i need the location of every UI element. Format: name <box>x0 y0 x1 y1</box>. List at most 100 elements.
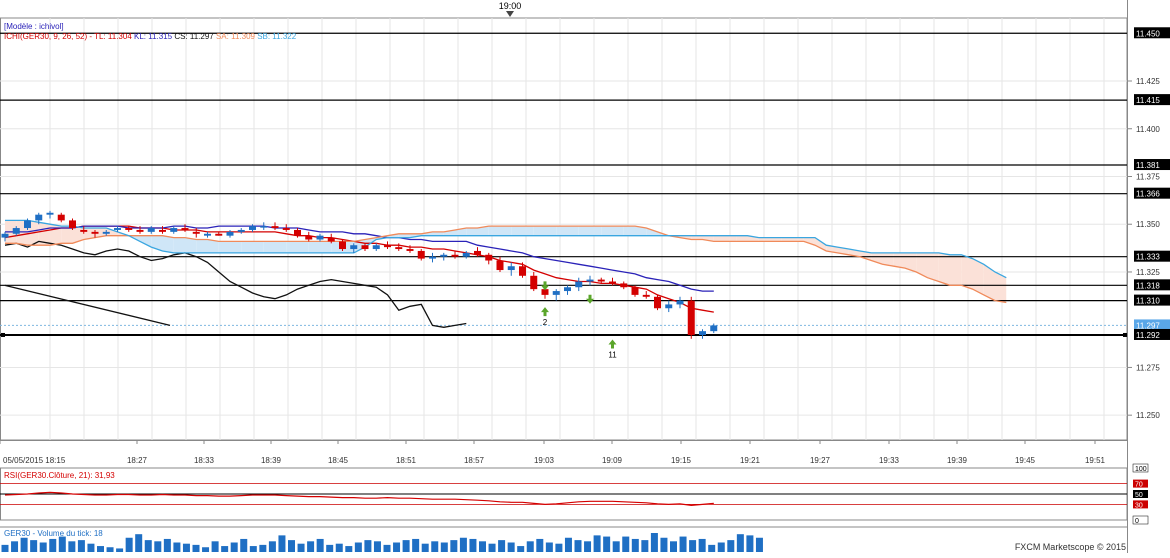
volume-bar <box>39 542 47 552</box>
candle-body <box>91 231 99 234</box>
candle-body <box>631 287 639 295</box>
candle-body <box>496 260 504 271</box>
time-tick-label: 19:33 <box>879 456 900 465</box>
candle-body <box>339 241 346 250</box>
candle-body <box>271 226 279 229</box>
volume-bar <box>182 543 190 552</box>
candle-body <box>417 250 425 259</box>
candle-body <box>57 214 65 221</box>
volume-bar <box>698 538 706 552</box>
volume-bar <box>354 542 362 552</box>
time-marker-icon[interactable] <box>506 11 514 17</box>
candle-body <box>80 229 88 232</box>
cloud-segment <box>196 239 208 253</box>
volume-bar <box>402 540 410 552</box>
volume-bar <box>335 543 343 552</box>
level-handle-right[interactable] <box>1123 332 1127 337</box>
price-tick-label: 11.366 <box>1136 190 1160 199</box>
time-tick-label: 19:21 <box>740 456 761 465</box>
candle-body <box>237 229 245 232</box>
volume-bar <box>746 535 754 552</box>
cloud-segment <box>308 241 320 253</box>
level-handle-left[interactable] <box>1 332 5 337</box>
price-tick-label: 11.415 <box>1136 96 1160 105</box>
candle-body <box>395 247 403 250</box>
volume-bar <box>30 540 38 552</box>
horizontal-levels[interactable] <box>0 32 1127 337</box>
cloud-segment <box>218 241 230 253</box>
rsi-level-label: 50 <box>1135 492 1143 499</box>
volume-bar <box>421 543 429 552</box>
volume-bar <box>584 541 592 552</box>
volume-bar <box>383 544 391 552</box>
volume-bar <box>144 540 152 552</box>
candle-body <box>665 304 673 309</box>
volume-bar <box>154 541 162 552</box>
volume-bar <box>364 540 372 552</box>
cloud-segment <box>173 237 185 253</box>
candle-body <box>192 231 200 234</box>
rsi-level-label: 0 <box>1135 518 1139 525</box>
volume-bar <box>307 541 315 552</box>
cloud-segment <box>241 241 253 253</box>
candle-body <box>305 235 313 240</box>
volume-label: GER30 - Volume du tick: 18 <box>4 529 103 538</box>
volume-bar <box>116 548 124 552</box>
candle-body <box>575 281 583 288</box>
volume-bar <box>479 541 486 552</box>
candle-body <box>699 331 706 335</box>
price-tick-label: 11.375 <box>1136 172 1160 181</box>
volume-bar <box>135 534 143 552</box>
cloud-segment <box>961 254 973 290</box>
price-tick-label: 11.292 <box>1136 331 1160 340</box>
rsi-level-label: 30 <box>1135 502 1143 509</box>
volume-bar <box>488 543 496 552</box>
candle-body <box>181 228 189 230</box>
candle-body <box>350 245 358 250</box>
volume-bar <box>564 537 572 552</box>
time-tick-label: 18:33 <box>194 456 215 465</box>
volume-bar <box>545 542 553 552</box>
volume-bar <box>536 538 544 552</box>
candle-body <box>406 249 414 251</box>
cloud-segment <box>320 241 332 253</box>
time-tick-label: 19:51 <box>1085 456 1106 465</box>
arrow-up-icon <box>608 339 617 349</box>
arrow-label: 11 <box>608 351 617 360</box>
candle-body <box>507 266 515 271</box>
price-tick-label: 11.381 <box>1136 161 1160 170</box>
indicator-legend: ICHI(GER30, 9, 26, 52) - TL: 11.304 KL: … <box>4 32 297 41</box>
candle-body <box>136 229 144 232</box>
candle-body <box>530 275 538 290</box>
candle-body <box>384 245 391 248</box>
candle-body <box>260 226 268 228</box>
cloud-segment <box>252 241 264 253</box>
cloud-segment <box>230 241 242 253</box>
price-tick-label: 11.400 <box>1136 125 1160 134</box>
cloud-segment <box>736 235 748 242</box>
volume-bar <box>459 537 467 552</box>
candle-body <box>462 252 470 257</box>
trend-line <box>4 284 171 327</box>
volume-bar <box>297 543 305 552</box>
signal-arrows: 2 11 <box>541 281 617 360</box>
candle-body <box>361 245 369 250</box>
volume-bar <box>20 537 28 552</box>
candle-body <box>215 233 223 236</box>
rsi-panel: 100 70 50 30 0 <box>0 463 1149 525</box>
candle-body <box>125 228 133 230</box>
cloud-segment <box>601 226 613 236</box>
cloud-segment <box>511 226 523 236</box>
volume-bar <box>326 544 334 552</box>
price-tick-label: 11.310 <box>1136 297 1160 306</box>
time-tick-label: 19:15 <box>671 456 692 465</box>
rsi-level-label: 70 <box>1135 482 1143 489</box>
volume-bar <box>517 546 525 552</box>
price-tick-label: 11.275 <box>1136 363 1160 372</box>
candle-body <box>710 325 718 332</box>
cloud-segment <box>713 235 725 242</box>
cloud-segment <box>950 254 962 286</box>
time-axis[interactable]: 05/05/2015 18:15 18:27 18:33 18:39 18:45 18:5… <box>0 440 1127 465</box>
legend-entry: ICHI(GER30, 9, 26, 52) - TL: 11.304 <box>4 32 132 41</box>
cloud-segment <box>725 235 737 242</box>
